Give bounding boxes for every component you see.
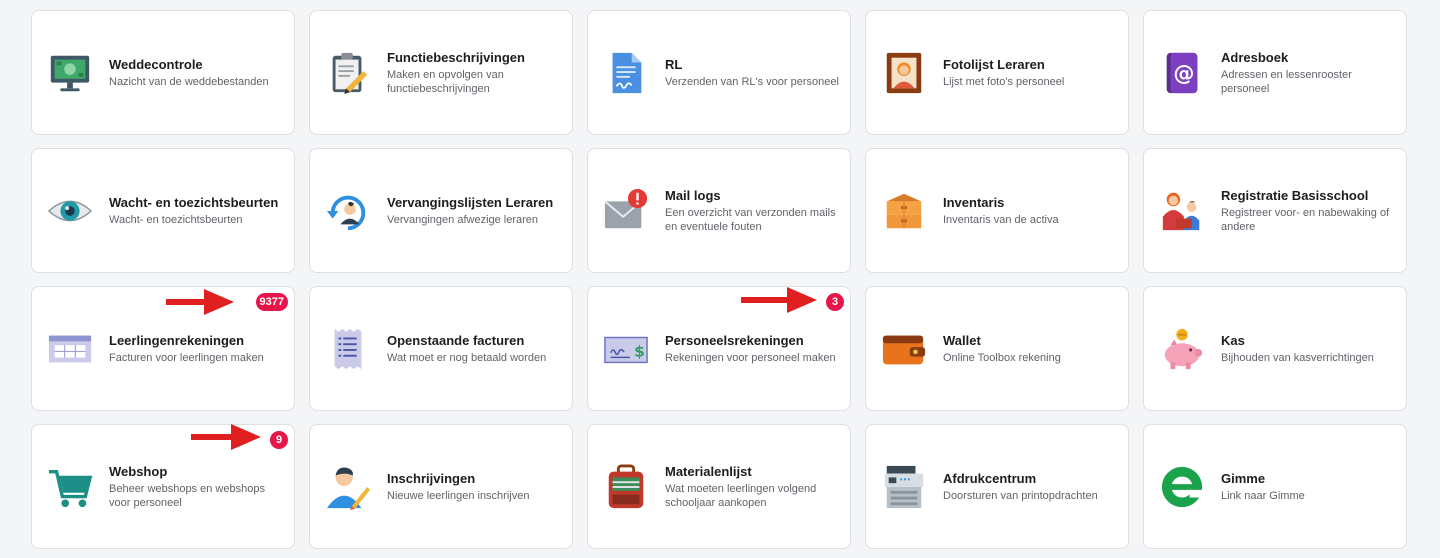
tile-subtitle: Wat moet er nog betaald worden	[387, 352, 547, 364]
tile-title: Personeelsrekeningen	[665, 333, 804, 348]
tile-subtitle: Verzenden van RL's voor personeel	[665, 76, 839, 88]
tile-title: Wallet	[943, 333, 981, 348]
svg-text:@: @	[1173, 60, 1194, 85]
tile-registratie-basisschool[interactable]: Registratie Basisschool Registreer voor-…	[1143, 148, 1407, 273]
notification-badge: 3	[826, 293, 844, 311]
tile-vervangingslijsten-leraren[interactable]: Vervangingslijsten Leraren Vervangingen …	[309, 148, 573, 273]
bill-list-icon	[324, 325, 372, 373]
salary-monitor-icon	[46, 49, 94, 97]
mail-alert-icon	[602, 187, 650, 235]
tile-subtitle: Vervangingen afwezige leraren	[387, 214, 539, 226]
boxes-icon	[880, 187, 928, 235]
tile-title: Vervangingslijsten Leraren	[387, 195, 554, 210]
tile-title: Openstaande facturen	[387, 333, 525, 348]
tile-title: Weddecontrole	[109, 57, 203, 72]
tile-title: RL	[665, 57, 683, 72]
svg-text:$: $	[634, 342, 645, 360]
tile-openstaande-facturen[interactable]: Openstaande facturen Wat moet er nog bet…	[309, 286, 573, 411]
tile-subtitle: Wacht- en toezichtsbeurten	[109, 214, 243, 226]
tile-subtitle: Adressen en lessenrooster personeel	[1221, 69, 1352, 95]
tile-title: Inschrijvingen	[387, 471, 476, 486]
tile-subtitle: Facturen voor leerlingen maken	[109, 352, 264, 364]
annotation-arrow	[191, 424, 261, 450]
printer-icon	[880, 463, 928, 511]
tile-subtitle: Registreer voor- en nabewaking of andere	[1221, 207, 1390, 233]
tile-title: Inventaris	[943, 195, 1005, 210]
wallet-icon	[880, 325, 928, 373]
tile-grid: Weddecontrole Nazicht van de weddebestan…	[31, 10, 1407, 549]
tile-wallet[interactable]: Wallet Online Toolbox rekening	[865, 286, 1129, 411]
tile-materialenlijst[interactable]: Materialenlijst Wat moeten leerlingen vo…	[587, 424, 851, 549]
tile-title: Registratie Basisschool	[1221, 188, 1369, 203]
tile-gimme[interactable]: Gimme Link naar Gimme	[1143, 424, 1407, 549]
tile-title: Kas	[1221, 333, 1245, 348]
user-refresh-icon	[324, 187, 372, 235]
tile-subtitle: Beheer webshops en webshops voor persone…	[109, 483, 265, 509]
tile-title: Adresboek	[1221, 50, 1289, 65]
tile-fotolijst-leraren[interactable]: Fotolijst Leraren Lijst met foto's perso…	[865, 10, 1129, 135]
student-pencil-icon	[324, 463, 372, 511]
tile-leerlingenrekeningen[interactable]: Leerlingenrekeningen Facturen voor leerl…	[31, 286, 295, 411]
tile-subtitle: Maken en opvolgen van functiebeschrijvin…	[387, 69, 504, 95]
annotation-arrow	[741, 287, 817, 313]
tile-title: Wacht- en toezichtsbeurten	[109, 195, 279, 210]
tile-subtitle: Een overzicht van verzonden mails en eve…	[665, 207, 836, 233]
parent-child-icon	[1158, 187, 1206, 235]
tile-subtitle: Online Toolbox rekening	[943, 352, 1061, 364]
tile-subtitle: Doorsturen van printopdrachten	[943, 490, 1098, 502]
tile-title: Webshop	[109, 464, 168, 479]
tile-title: Gimme	[1221, 471, 1266, 486]
tile-title: Fotolijst Leraren	[943, 57, 1045, 72]
tile-title: Afdrukcentrum	[943, 471, 1037, 486]
tile-wacht-toezichtsbeurten[interactable]: Wacht- en toezichtsbeurten Wacht- en toe…	[31, 148, 295, 273]
tile-subtitle: Link naar Gimme	[1221, 490, 1305, 502]
tile-subtitle: Wat moeten leerlingen volgend schooljaar…	[665, 483, 817, 509]
tile-kas[interactable]: Kas Bijhouden van kasverrichtingen	[1143, 286, 1407, 411]
tile-inventaris[interactable]: Inventaris Inventaris van de activa	[865, 148, 1129, 273]
tile-title: Leerlingenrekeningen	[109, 333, 245, 348]
tile-weddecontrole[interactable]: Weddecontrole Nazicht van de weddebestan…	[31, 10, 295, 135]
piggy-bank-icon	[1158, 325, 1206, 373]
annotation-arrow	[166, 289, 234, 315]
tile-subtitle: Rekeningen voor personeel maken	[665, 352, 836, 364]
tile-subtitle: Lijst met foto's personeel	[943, 76, 1065, 88]
tile-mail-logs[interactable]: Mail logs Een overzicht van verzonden ma…	[587, 148, 851, 273]
tile-title: Functiebeschrijvingen	[387, 50, 525, 65]
backpack-icon	[602, 463, 650, 511]
tile-rl[interactable]: RL Verzenden van RL's voor personeel	[587, 10, 851, 135]
cheque-icon: $	[602, 325, 650, 373]
tile-subtitle: Bijhouden van kasverrichtingen	[1221, 352, 1374, 364]
invoice-table-icon	[46, 325, 94, 373]
tile-functiebeschrijvingen[interactable]: Functiebeschrijvingen Maken en opvolgen …	[309, 10, 573, 135]
tile-subtitle: Inventaris van de activa	[943, 214, 1059, 226]
tile-adresboek[interactable]: @ Adresboek Adressen en lessenrooster pe…	[1143, 10, 1407, 135]
notification-badge: 9	[270, 431, 288, 449]
gimme-logo-icon	[1158, 463, 1206, 511]
eye-icon	[46, 187, 94, 235]
tile-title: Mail logs	[665, 188, 721, 203]
tile-inschrijvingen[interactable]: Inschrijvingen Nieuwe leerlingen inschri…	[309, 424, 573, 549]
signed-document-icon	[602, 49, 650, 97]
shopping-cart-icon	[46, 463, 94, 511]
tile-subtitle: Nieuwe leerlingen inschrijven	[387, 490, 530, 502]
portrait-frame-icon	[880, 49, 928, 97]
tile-subtitle: Nazicht van de weddebestanden	[109, 76, 269, 88]
notification-badge: 9377	[255, 293, 288, 311]
tile-afdrukcentrum[interactable]: Afdrukcentrum Doorsturen van printopdrac…	[865, 424, 1129, 549]
tile-title: Materialenlijst	[665, 464, 752, 479]
clipboard-pencil-icon	[324, 49, 372, 97]
address-book-icon: @	[1158, 49, 1206, 97]
